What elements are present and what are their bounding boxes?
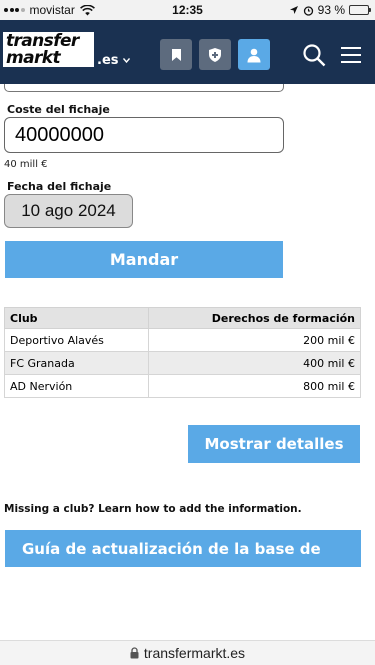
user-account-button[interactable] — [238, 39, 270, 70]
url-text: transfermarkt.es — [143, 645, 246, 661]
logo-line-2: markt — [6, 48, 61, 68]
transfermarkt-logo[interactable]: transfer markt — [3, 32, 94, 70]
domain-selector[interactable]: .es — [97, 53, 130, 68]
browser-url-bar[interactable]: transfermarkt.es — [0, 640, 375, 665]
battery-icon — [349, 5, 371, 15]
user-icon — [247, 48, 261, 62]
status-right: 93 % — [289, 3, 371, 17]
chevron-down-icon — [122, 58, 130, 63]
lock-icon — [130, 647, 139, 659]
search-button[interactable] — [300, 41, 328, 69]
main-content: Coste del fichaje 40000000 40 mill € Fec… — [0, 84, 375, 640]
column-header-club: Club — [3, 307, 150, 329]
watchlist-button[interactable] — [199, 39, 231, 70]
club-name: AD Nervión — [3, 374, 150, 398]
training-rights-table: Club Derechos de formación Deportivo Ala… — [3, 307, 361, 398]
battery-percent: 93 % — [317, 3, 345, 17]
training-rights-amount: 800 mil € — [148, 374, 361, 398]
missing-club-link[interactable]: Missing a club? Learn how to add the inf… — [4, 503, 302, 515]
logo-line-1: transfer — [6, 31, 79, 51]
site-header: transfer markt .es — [0, 20, 375, 84]
table-row: FC Granada 400 mil € — [3, 351, 361, 375]
previous-input-field[interactable] — [4, 84, 284, 92]
database-guide-banner[interactable]: Guía de actualización de la base de — [5, 530, 361, 567]
menu-button[interactable] — [337, 41, 365, 69]
table-row: Deportivo Alavés 200 mil € — [3, 328, 361, 352]
bookmark-icon — [171, 48, 181, 61]
search-icon — [303, 44, 326, 67]
hamburger-menu-icon — [341, 47, 361, 63]
table-header-row: Club Derechos de formación — [3, 307, 361, 329]
status-bar: movistar 12:35 93 % — [0, 0, 375, 20]
show-details-button[interactable]: Mostrar detalles — [188, 425, 360, 463]
club-name: Deportivo Alavés — [3, 328, 150, 352]
domain-label: .es — [97, 53, 119, 68]
alarm-icon — [303, 5, 313, 16]
date-label: Fecha del fichaje — [7, 180, 112, 193]
date-picker[interactable]: 10 ago 2024 — [4, 194, 133, 228]
fee-label: Coste del fichaje — [7, 103, 110, 116]
column-header-training-rights: Derechos de formación — [148, 307, 361, 329]
table-row: AD Nervión 800 mil € — [3, 374, 361, 398]
location-icon — [289, 6, 298, 14]
training-rights-amount: 400 mil € — [148, 351, 361, 375]
fee-hint: 40 mill € — [4, 159, 48, 170]
club-name: FC Granada — [3, 351, 150, 375]
submit-button[interactable]: Mandar — [5, 241, 283, 278]
bookmark-button[interactable] — [160, 39, 192, 70]
fee-input[interactable]: 40000000 — [4, 117, 284, 153]
shield-plus-icon — [209, 47, 221, 62]
training-rights-amount: 200 mil € — [148, 328, 361, 352]
